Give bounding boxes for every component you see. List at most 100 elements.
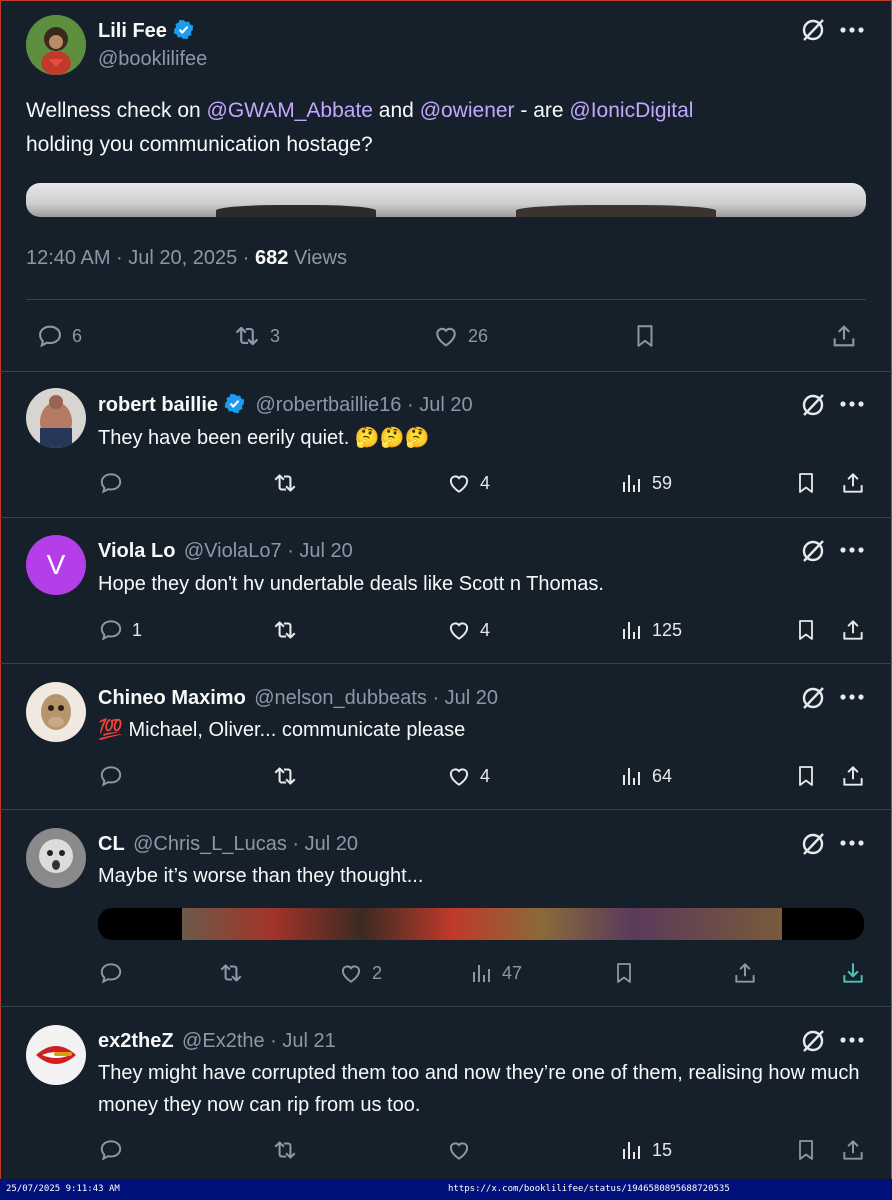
more-icon[interactable] bbox=[840, 839, 864, 847]
views-button[interactable]: 15 bbox=[620, 1137, 672, 1163]
divider bbox=[0, 1006, 892, 1007]
main-author-name[interactable]: Lili Fee bbox=[98, 20, 167, 42]
repost-button[interactable] bbox=[270, 763, 308, 789]
mention-link[interactable]: @GWAM_Abbate bbox=[207, 99, 373, 122]
repost-icon bbox=[274, 474, 296, 492]
reply-author-name[interactable]: robert baillie bbox=[98, 394, 218, 416]
like-button[interactable]: 26 bbox=[432, 322, 488, 350]
download-button[interactable] bbox=[840, 960, 866, 986]
bookmark-button[interactable] bbox=[794, 617, 818, 643]
verified-badge-icon bbox=[173, 19, 194, 40]
reply-button[interactable] bbox=[98, 1137, 132, 1163]
reply-author-avatar[interactable] bbox=[26, 388, 86, 448]
share-button[interactable] bbox=[840, 1137, 866, 1163]
reply-text: Maybe it’s worse than they thought... bbox=[98, 865, 424, 887]
grok-icon[interactable] bbox=[800, 392, 826, 418]
share-button[interactable] bbox=[840, 617, 866, 643]
reply-author-avatar[interactable] bbox=[26, 828, 86, 888]
reply-author-handle[interactable]: @ViolaLo7 · Jul 20 bbox=[184, 540, 353, 562]
repost-button[interactable]: 3 bbox=[232, 322, 280, 350]
grok-icon[interactable] bbox=[800, 1028, 826, 1054]
share-button[interactable] bbox=[840, 763, 866, 789]
bookmark-button[interactable] bbox=[794, 470, 818, 496]
like-count: 4 bbox=[480, 472, 491, 493]
views-button[interactable]: 47 bbox=[470, 960, 522, 986]
reply-author-avatar[interactable] bbox=[26, 1025, 86, 1085]
reply-button[interactable] bbox=[98, 960, 132, 986]
views-label: Views bbox=[288, 247, 347, 269]
more-icon[interactable] bbox=[840, 400, 864, 408]
views-button[interactable]: 59 bbox=[620, 470, 672, 496]
reply-author-name[interactable]: Chineo Maximo bbox=[98, 687, 246, 709]
repost-icon bbox=[274, 621, 296, 639]
reply-count: 1 bbox=[132, 619, 143, 640]
grok-icon[interactable] bbox=[800, 685, 826, 711]
views-icon bbox=[473, 965, 490, 982]
reply-author-avatar[interactable]: V bbox=[26, 535, 86, 595]
reply-author-handle[interactable]: @robertbaillie16 · Jul 20 bbox=[255, 394, 472, 416]
post-text-segment: Wellness check on bbox=[26, 99, 207, 122]
views-button[interactable]: 64 bbox=[620, 763, 672, 789]
repost-button[interactable] bbox=[216, 960, 254, 986]
like-button[interactable]: 2 bbox=[338, 960, 382, 986]
divider bbox=[0, 663, 892, 664]
reply-button[interactable]: 6 bbox=[36, 322, 82, 350]
reply-button[interactable] bbox=[98, 470, 132, 496]
mention-link[interactable]: @owiener bbox=[420, 99, 515, 122]
reply-media-video[interactable] bbox=[98, 908, 864, 940]
bookmark-icon bbox=[637, 325, 653, 347]
like-button[interactable]: 4 bbox=[446, 470, 490, 496]
main-author-handle[interactable]: @booklilifee bbox=[98, 48, 207, 71]
share-button[interactable] bbox=[840, 470, 866, 496]
views-icon bbox=[623, 622, 640, 639]
reply-author-handle[interactable]: @Ex2the · Jul 21 bbox=[182, 1030, 336, 1052]
repost-icon bbox=[274, 767, 296, 785]
repost-button[interactable] bbox=[270, 470, 308, 496]
repost-button[interactable] bbox=[270, 617, 308, 643]
like-icon bbox=[436, 327, 456, 347]
main-author-avatar[interactable] bbox=[26, 15, 86, 75]
post-timestamp[interactable]: 12:40 AM · Jul 20, 2025 · bbox=[26, 247, 255, 269]
reply-author-name[interactable]: ex2theZ bbox=[98, 1030, 174, 1052]
reply-button[interactable]: 1 bbox=[98, 617, 142, 643]
share-icon bbox=[843, 766, 863, 786]
repost-icon bbox=[220, 964, 242, 982]
views-count: 682 bbox=[255, 247, 289, 269]
bookmark-button[interactable] bbox=[632, 322, 658, 350]
like-count: 4 bbox=[480, 765, 491, 786]
share-button[interactable] bbox=[830, 322, 858, 350]
main-post-text: Wellness check on @GWAM_Abbate and @owie… bbox=[26, 94, 866, 162]
reply-author-handle[interactable]: @nelson_dubbeats · Jul 20 bbox=[254, 687, 498, 709]
post-media-image[interactable] bbox=[26, 183, 866, 217]
capture-url: https://x.com/booklilifee/status/1946580… bbox=[448, 1184, 730, 1194]
more-icon[interactable] bbox=[840, 1036, 864, 1044]
views-button[interactable]: 125 bbox=[620, 617, 682, 643]
like-button[interactable]: 4 bbox=[446, 763, 490, 789]
more-icon[interactable] bbox=[840, 26, 864, 34]
reply-author-name[interactable]: CL bbox=[98, 833, 125, 855]
reply-author-name[interactable]: Viola Lo bbox=[98, 540, 175, 562]
reply-button[interactable] bbox=[98, 763, 132, 789]
views-count: 15 bbox=[652, 1139, 673, 1160]
mention-link[interactable]: @IonicDigital bbox=[569, 99, 693, 122]
more-icon[interactable] bbox=[840, 693, 864, 701]
more-icon[interactable] bbox=[840, 546, 864, 554]
reply-count: 6 bbox=[72, 325, 83, 346]
share-button[interactable] bbox=[732, 960, 758, 986]
bookmark-icon bbox=[617, 963, 631, 983]
grok-icon[interactable] bbox=[800, 538, 826, 564]
bookmark-button[interactable] bbox=[794, 1137, 818, 1163]
like-button[interactable] bbox=[446, 1137, 480, 1163]
reply-author-avatar[interactable] bbox=[26, 682, 86, 742]
like-icon bbox=[449, 768, 469, 786]
grok-icon[interactable] bbox=[800, 17, 826, 43]
repost-button[interactable] bbox=[270, 1137, 308, 1163]
bookmark-button[interactable] bbox=[612, 960, 636, 986]
post-text-segment: and bbox=[372, 99, 420, 122]
bookmark-button[interactable] bbox=[794, 763, 818, 789]
reply-author-handle[interactable]: @Chris_L_Lucas · Jul 20 bbox=[133, 833, 358, 855]
reply-icon bbox=[100, 473, 122, 494]
grok-icon[interactable] bbox=[800, 831, 826, 857]
like-button[interactable]: 4 bbox=[446, 617, 490, 643]
bookmark-icon bbox=[799, 473, 813, 493]
